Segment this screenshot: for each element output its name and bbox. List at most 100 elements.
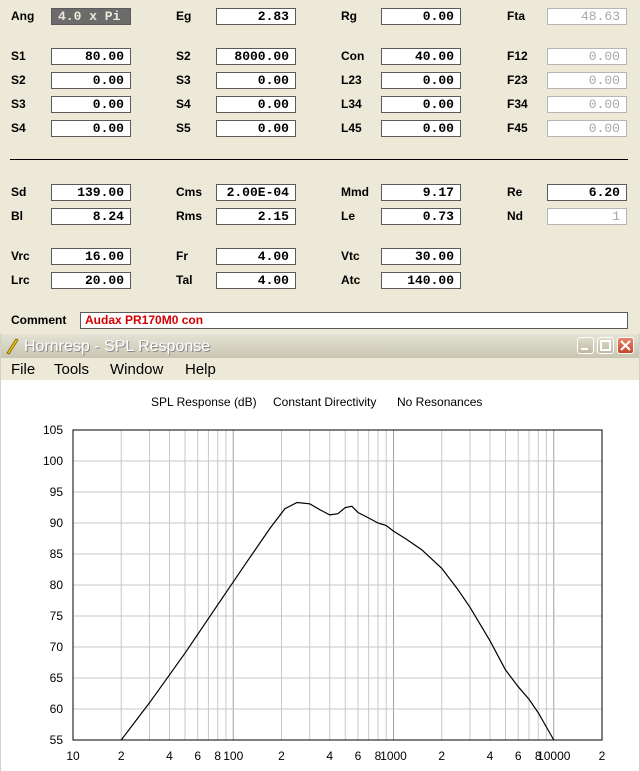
chart-title-part: SPL Response (dB) [151, 395, 257, 409]
x-tick-label: 2 [599, 749, 606, 763]
param-label-eg: Eg [176, 9, 192, 23]
param-field-vrc[interactable]: 16.00 [51, 248, 131, 265]
param-label-bl: Bl [11, 209, 23, 223]
window-title: Hornresp - SPL Response [24, 338, 211, 355]
y-tick-label: 90 [50, 516, 64, 530]
y-tick-label: 55 [50, 733, 64, 747]
param-field-s3[interactable]: 0.00 [216, 72, 296, 89]
close-button[interactable] [617, 337, 634, 354]
menu-help[interactable]: Help [185, 361, 216, 379]
param-field-rg[interactable]: 0.00 [381, 8, 461, 25]
param-field-s3[interactable]: 0.00 [51, 96, 131, 113]
param-field-f12: 0.00 [547, 48, 627, 65]
param-field-s1[interactable]: 80.00 [51, 48, 131, 65]
param-field-s2[interactable]: 0.00 [51, 72, 131, 89]
maximize-button[interactable] [597, 337, 614, 354]
param-field-mmd[interactable]: 9.17 [381, 184, 461, 201]
x-tick-label: 6 [515, 749, 522, 763]
param-label-re: Re [507, 185, 523, 199]
x-tick-label: 6 [194, 749, 201, 763]
param-field-cms[interactable]: 2.00E-04 [216, 184, 296, 201]
spl-chart: SPL Response (dB) Constant Directivity No … [43, 395, 606, 763]
param-field-ang[interactable]: 4.0 x Pi [51, 8, 131, 25]
close-icon [620, 340, 631, 351]
param-field-re[interactable]: 6.20 [547, 184, 627, 201]
param-label-ang: Ang [11, 9, 35, 23]
param-label-f12: F12 [507, 49, 528, 63]
param-label-nd: Nd [507, 209, 523, 223]
title-bar[interactable]: Hornresp - SPL Response [1, 334, 639, 358]
param-field-fta: 48.63 [547, 8, 627, 25]
param-label-vrc: Vrc [11, 249, 30, 263]
param-field-rms[interactable]: 2.15 [216, 208, 296, 225]
param-field-atc[interactable]: 140.00 [381, 272, 461, 289]
spl-curve [120, 501, 555, 741]
x-tick-label: 2 [438, 749, 445, 763]
param-label-con: Con [341, 49, 365, 63]
menu-bar: File Tools Window Help [1, 358, 639, 380]
param-label-s2: S2 [11, 73, 26, 87]
param-label-rms: Rms [176, 209, 203, 223]
param-field-sd[interactable]: 139.00 [51, 184, 131, 201]
param-label-l23: L23 [341, 73, 362, 87]
param-label-s1: S1 [11, 49, 26, 63]
param-field-nd: 1 [547, 208, 627, 225]
x-tick-label: 4 [326, 749, 333, 763]
param-label-atc: Atc [341, 273, 361, 287]
param-label-cms: Cms [176, 185, 203, 199]
y-tick-label: 70 [50, 640, 64, 654]
minimize-icon [581, 348, 588, 350]
x-tick-label: 2 [278, 749, 285, 763]
parameter-panel: Ang 4.0 x Pi Eg 2.83 Rg 0.00 Fta 48.63 S1 80.00 S2… [0, 0, 640, 334]
y-tick-label: 80 [50, 578, 64, 592]
y-tick-label: 75 [50, 609, 64, 623]
param-field-vtc[interactable]: 30.00 [381, 248, 461, 265]
param-field-s4[interactable]: 0.00 [51, 120, 131, 137]
param-field-s2[interactable]: 8000.00 [216, 48, 296, 65]
param-label-s3: S3 [176, 73, 191, 87]
param-field-bl[interactable]: 8.24 [51, 208, 131, 225]
param-label-vtc: Vtc [341, 249, 360, 263]
param-field-tal[interactable]: 4.00 [216, 272, 296, 289]
menu-window[interactable]: Window [110, 361, 163, 379]
menu-file[interactable]: File [11, 361, 35, 379]
param-field-l45[interactable]: 0.00 [381, 120, 461, 137]
param-label-f45: F45 [507, 121, 528, 135]
y-tick-label: 95 [50, 485, 64, 499]
chart-title-part: No Resonances [397, 395, 482, 409]
param-field-lrc[interactable]: 20.00 [51, 272, 131, 289]
minimize-button[interactable] [577, 337, 594, 354]
param-label-rg: Rg [341, 9, 357, 23]
param-label-lrc: Lrc [11, 273, 30, 287]
param-field-le[interactable]: 0.73 [381, 208, 461, 225]
param-field-con[interactable]: 40.00 [381, 48, 461, 65]
section-divider [10, 159, 628, 160]
param-field-s5[interactable]: 0.00 [216, 120, 296, 137]
x-tick-label: 4 [487, 749, 494, 763]
param-label-tal: Tal [176, 273, 193, 287]
param-field-eg[interactable]: 2.83 [216, 8, 296, 25]
param-field-s4[interactable]: 0.00 [216, 96, 296, 113]
param-label-fta: Fta [507, 9, 525, 23]
x-tick-label: 6 [355, 749, 362, 763]
param-field-f45: 0.00 [547, 120, 627, 137]
pencil-icon [6, 338, 19, 355]
menu-tools[interactable]: Tools [54, 361, 89, 379]
x-tick-label: 4 [166, 749, 173, 763]
chart-area: SPL Response (dB) Constant Directivity No … [1, 380, 639, 771]
param-label-s3: S3 [11, 97, 26, 111]
param-field-fr[interactable]: 4.00 [216, 248, 296, 265]
param-label-s4: S4 [176, 97, 191, 111]
param-field-l34[interactable]: 0.00 [381, 96, 461, 113]
comment-field[interactable]: Audax PR170M0 con [80, 312, 628, 329]
param-field-l23[interactable]: 0.00 [381, 72, 461, 89]
x-tick-label: 10 [66, 749, 80, 763]
y-tick-label: 105 [43, 423, 63, 437]
param-label-mmd: Mmd [341, 185, 369, 199]
spl-response-window: Hornresp - SPL Response File Tools Windo… [0, 334, 640, 771]
param-label-l34: L34 [341, 97, 362, 111]
x-tick-label: 10000 [537, 749, 571, 763]
param-label-f23: F23 [507, 73, 528, 87]
param-label-s2: S2 [176, 49, 191, 63]
param-label-s5: S5 [176, 121, 191, 135]
